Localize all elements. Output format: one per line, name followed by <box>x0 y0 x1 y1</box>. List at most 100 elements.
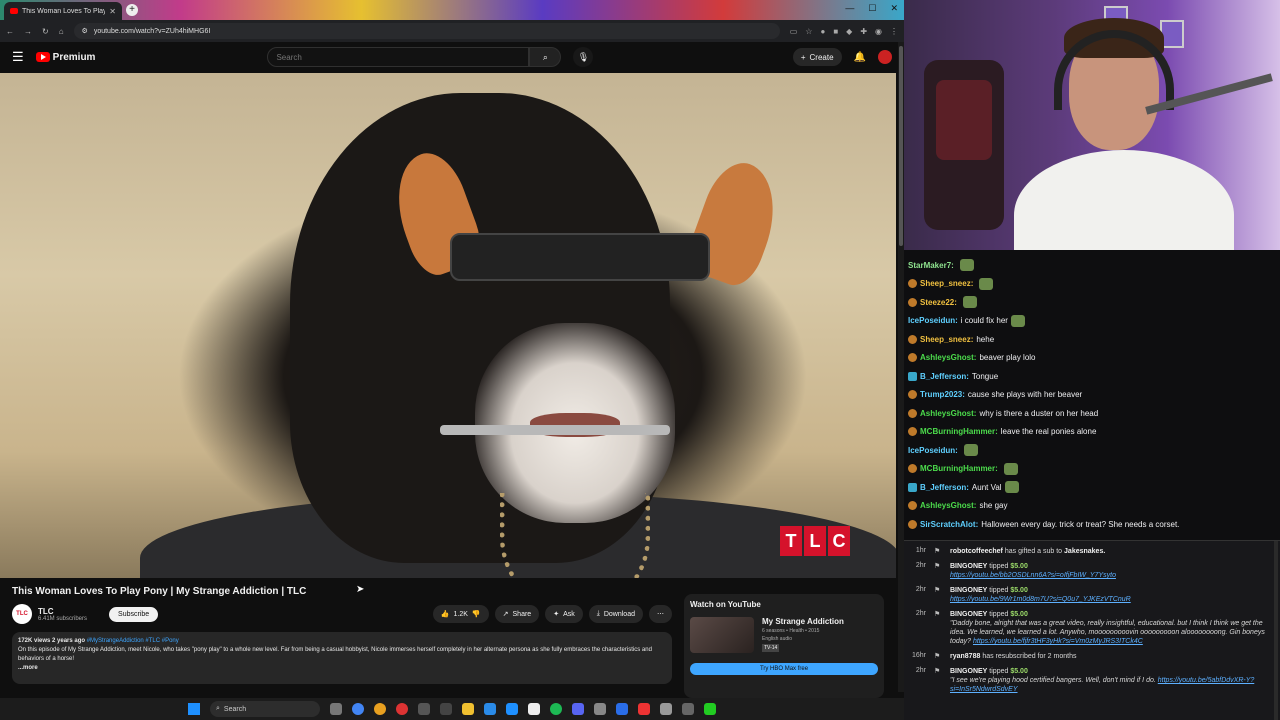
chat-username[interactable]: SirScratchAlot: <box>920 520 978 529</box>
event-action: tipped <box>989 587 1009 594</box>
watermark-letter: L <box>804 526 826 556</box>
back-icon[interactable]: ← <box>6 27 14 36</box>
chat-username[interactable]: Trump2023: <box>920 390 965 399</box>
app-icon[interactable] <box>616 703 628 715</box>
spotify-icon[interactable] <box>550 703 562 715</box>
extension-icon[interactable]: ◆ <box>846 27 852 36</box>
event-user[interactable]: BINGONEY <box>950 587 987 594</box>
close-tab-icon[interactable]: ✕ <box>109 7 116 16</box>
app-icon[interactable] <box>594 703 606 715</box>
events-scrollbar[interactable] <box>1274 541 1278 720</box>
show-more-link[interactable]: ...more <box>18 665 38 671</box>
task-view-icon[interactable] <box>330 703 342 715</box>
chat-username[interactable]: B_Jefferson: <box>920 483 969 492</box>
app-icon[interactable] <box>506 703 518 715</box>
obs-icon[interactable] <box>396 703 408 715</box>
show-title[interactable]: My Strange Addiction <box>762 617 844 626</box>
profile-icon[interactable]: ◉ <box>875 27 882 36</box>
chrome-icon[interactable] <box>352 703 364 715</box>
windows-start-icon[interactable] <box>188 703 200 715</box>
reload-icon[interactable]: ↻ <box>42 27 49 36</box>
search-input[interactable] <box>267 47 530 67</box>
hashtags[interactable]: #MyStrangeAddiction #TLC #Pony <box>87 638 179 644</box>
install-icon[interactable]: ▭ <box>790 27 798 36</box>
terminal-icon[interactable] <box>440 703 452 715</box>
extension-icon[interactable]: ● <box>820 27 825 36</box>
chat-username[interactable]: AshleysGhost: <box>920 409 976 418</box>
channel-name[interactable]: TLC <box>38 607 87 616</box>
chat-username[interactable]: MCBurningHammer: <box>920 427 998 436</box>
chat-username[interactable]: MCBurningHammer: <box>920 464 998 473</box>
chat-username[interactable]: IcePoseidun: <box>908 446 958 455</box>
app-icon[interactable] <box>418 703 430 715</box>
event-user[interactable]: BINGONEY <box>950 611 987 618</box>
extension-icon[interactable]: ■ <box>833 27 838 36</box>
app-icon[interactable] <box>704 703 716 715</box>
thumbs-down-icon[interactable]: 👎 <box>472 610 481 618</box>
chat-message: IcePoseidun: <box>908 441 1280 460</box>
tip-link[interactable]: https://youtu.be/9Wr1m0d8m7U?si=Q0u7_YJK… <box>950 596 1131 603</box>
site-info-icon[interactable]: ⚙ <box>82 27 88 35</box>
event-action: tipped <box>989 611 1009 618</box>
event-action: has gifted a sub to <box>1004 548 1063 555</box>
tip-link[interactable]: https://youtu.be/bb2OSDLnn6A?si=oIfjFbIW… <box>950 572 1116 579</box>
hamburger-menu-icon[interactable]: ☰ <box>12 49 24 65</box>
account-avatar[interactable] <box>878 50 892 64</box>
voice-search-button[interactable]: 🎙 <box>573 47 594 67</box>
maximize-icon[interactable]: ☐ <box>868 3 876 14</box>
video-description[interactable]: 172K views 2 years ago #MyStrangeAddicti… <box>12 632 672 684</box>
chat-username[interactable]: B_Jefferson: <box>920 372 969 381</box>
create-button[interactable]: + Create <box>792 48 842 66</box>
event-user[interactable]: BINGONEY <box>950 668 987 675</box>
watch-card-body[interactable]: My Strange Addiction 6 seasons • Health … <box>690 617 878 653</box>
chrome-icon[interactable] <box>374 703 386 715</box>
channel-avatar[interactable]: TLC <box>12 604 32 624</box>
home-icon[interactable]: ⌂ <box>59 27 64 36</box>
show-thumbnail[interactable] <box>690 617 754 653</box>
chat-username[interactable]: IcePoseidun: <box>908 316 958 325</box>
video-player[interactable]: T L C <box>0 73 896 578</box>
event-user[interactable]: ryan8788 <box>950 653 980 660</box>
streamer-body <box>1014 150 1234 250</box>
new-tab-icon[interactable]: + <box>126 4 138 16</box>
youtube-logo[interactable]: Premium <box>35 52 95 63</box>
share-button[interactable]: ↗ Share <box>494 605 540 623</box>
chat-username[interactable]: AshleysGhost: <box>920 353 976 362</box>
kebab-menu-icon[interactable]: ⋮ <box>890 27 898 36</box>
close-window-icon[interactable]: ✕ <box>890 3 898 14</box>
chat-username[interactable]: StarMaker7: <box>908 261 954 270</box>
event-type-icon: ⚑ <box>934 653 941 660</box>
try-hbo-max-button[interactable]: Try HBO Max free <box>690 663 878 675</box>
more-actions-button[interactable]: ⋯ <box>649 605 672 623</box>
search-button[interactable]: ⌕ <box>529 47 562 67</box>
event-target[interactable]: Jakesnakes. <box>1064 548 1105 555</box>
file-explorer-icon[interactable] <box>462 703 474 715</box>
download-button[interactable]: ⤓ Download <box>588 605 643 623</box>
chat-username[interactable]: AshleysGhost: <box>920 501 976 510</box>
subscribe-button[interactable]: Subscribe <box>109 606 159 622</box>
chat-username[interactable]: Sheep_sneez: <box>920 279 973 288</box>
puzzle-icon[interactable]: ✚ <box>860 27 867 36</box>
bookmark-star-icon[interactable]: ☆ <box>805 27 812 36</box>
tip-link[interactable]: https://youtu.be/fjfr3tHF3yHk?si=Vm0zMyJ… <box>973 638 1143 645</box>
app-icon[interactable] <box>660 703 672 715</box>
store-icon[interactable] <box>484 703 496 715</box>
app-icon[interactable] <box>682 703 694 715</box>
like-count: 1.2K <box>453 610 468 618</box>
ask-button[interactable]: ✦ Ask <box>545 605 583 623</box>
forward-icon[interactable]: → <box>24 27 32 36</box>
scrollbar-thumb[interactable] <box>899 46 903 246</box>
taskbar-search[interactable]: ⌕ Search <box>210 701 320 717</box>
discord-icon[interactable] <box>572 703 584 715</box>
event-user[interactable]: BINGONEY <box>950 563 987 570</box>
notifications-bell-icon[interactable]: 🔔 <box>854 52 866 63</box>
app-icon[interactable] <box>638 703 650 715</box>
minimize-icon[interactable]: — <box>845 3 854 14</box>
chat-username[interactable]: Sheep_sneez: <box>920 335 973 344</box>
address-bar[interactable]: ⚙ youtube.com/watch?v=ZUh4hiMHG6I <box>73 23 780 39</box>
like-button[interactable]: 👍 1.2K 👎 <box>432 605 489 623</box>
chat-username[interactable]: Steeze22: <box>920 298 957 307</box>
app-icon[interactable] <box>528 703 540 715</box>
browser-tab[interactable]: This Woman Loves To Play ✕ <box>4 2 122 20</box>
event-user[interactable]: robotcoffeechef <box>950 548 1003 555</box>
